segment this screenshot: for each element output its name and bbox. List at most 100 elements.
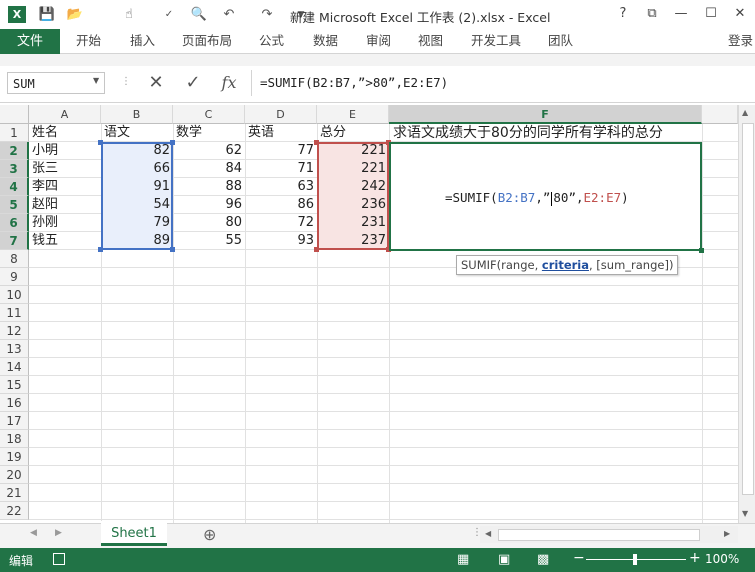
cell-a3[interactable]: 张三 — [29, 160, 101, 178]
cell-b4[interactable]: 91 — [101, 178, 173, 196]
cell-e1[interactable]: 总分 — [317, 124, 349, 142]
row-header[interactable]: 7 — [0, 232, 29, 250]
column-header-d[interactable]: D — [245, 105, 317, 124]
cell-a7[interactable]: 钱五 — [29, 232, 101, 250]
row-header[interactable]: 8 — [0, 250, 29, 268]
ribbon-display-button[interactable]: ⧉ — [641, 4, 663, 24]
cell-e5[interactable]: 236 — [317, 196, 389, 214]
cell-c2[interactable]: 62 — [173, 142, 245, 160]
tab-page-layout[interactable]: 页面布局 — [182, 29, 232, 53]
redo-icon[interactable]: ↷ — [258, 5, 276, 25]
column-header-g[interactable] — [702, 105, 738, 124]
tab-data[interactable]: 数据 — [313, 29, 338, 53]
scroll-right-icon[interactable]: ▶ — [724, 529, 730, 538]
cell-c5[interactable]: 96 — [173, 196, 245, 214]
cell-c3[interactable]: 84 — [173, 160, 245, 178]
row-header[interactable]: 19 — [0, 448, 29, 466]
open-folder-icon[interactable]: 📂 — [66, 5, 84, 25]
fill-handle[interactable] — [699, 248, 704, 253]
cell-a1[interactable]: 姓名 — [29, 124, 61, 142]
scroll-thumb[interactable] — [742, 123, 754, 495]
zoom-slider-thumb[interactable] — [633, 554, 637, 565]
cell-b1[interactable]: 语文 — [101, 124, 133, 142]
tab-formulas[interactable]: 公式 — [259, 29, 284, 53]
row-header[interactable]: 11 — [0, 304, 29, 322]
formula-bar-grip[interactable]: ⋮ — [121, 76, 131, 87]
row-header[interactable]: 22 — [0, 502, 29, 520]
cell-e2[interactable]: 221 — [317, 142, 389, 160]
cell-d1[interactable]: 英语 — [245, 124, 277, 142]
tab-insert[interactable]: 插入 — [130, 29, 155, 53]
login-link[interactable]: 登录 — [728, 29, 753, 53]
cell-e7[interactable]: 237 — [317, 232, 389, 250]
row-header[interactable]: 9 — [0, 268, 29, 286]
cell-d4[interactable]: 63 — [245, 178, 317, 196]
formula-input[interactable]: =SUMIF(B2:B7,”>80”,E2:E7) — [251, 70, 747, 96]
tooltip-criteria-link[interactable]: criteria — [542, 258, 589, 272]
row-header[interactable]: 14 — [0, 358, 29, 376]
cell-e4[interactable]: 242 — [317, 178, 389, 196]
zoom-out-icon[interactable]: − — [573, 550, 585, 566]
row-header[interactable]: 15 — [0, 376, 29, 394]
row-header[interactable]: 18 — [0, 430, 29, 448]
column-header-a[interactable]: A — [29, 105, 101, 124]
row-header[interactable]: 5 — [0, 196, 29, 214]
scroll-down-icon[interactable]: ▼ — [742, 509, 748, 518]
row-header[interactable]: 20 — [0, 466, 29, 484]
spreadsheet-grid[interactable]: A B C D E F 1 2 3 4 5 6 7 8 9 10 11 12 13 14 15 16 17 18 1… — [0, 105, 738, 523]
cell-b5[interactable]: 54 — [101, 196, 173, 214]
tab-team[interactable]: 团队 — [548, 29, 573, 53]
cell-d3[interactable]: 71 — [245, 160, 317, 178]
row-header[interactable]: 2 — [0, 142, 29, 160]
row-header[interactable]: 4 — [0, 178, 29, 196]
next-sheet-icon[interactable]: ▶ — [55, 528, 62, 538]
row-header[interactable]: 13 — [0, 340, 29, 358]
row-header[interactable]: 12 — [0, 322, 29, 340]
sheet-tab-sheet1[interactable]: Sheet1 — [101, 521, 167, 546]
cell-d6[interactable]: 72 — [245, 214, 317, 232]
chevron-down-icon[interactable]: ▼ — [93, 76, 99, 85]
column-header-e[interactable]: E — [317, 105, 389, 124]
maximize-button[interactable]: ☐ — [700, 4, 722, 24]
vertical-scrollbar[interactable]: ▲ ▼ — [738, 105, 755, 523]
save-icon[interactable]: 💾 — [38, 5, 56, 25]
page-layout-view-icon[interactable]: ▣ — [498, 552, 510, 567]
cell-d7[interactable]: 93 — [245, 232, 317, 250]
print-preview-icon[interactable]: 🔍 — [190, 5, 208, 25]
tab-review[interactable]: 审阅 — [366, 29, 391, 53]
cell-c4[interactable]: 88 — [173, 178, 245, 196]
page-break-view-icon[interactable]: ▩ — [537, 552, 549, 567]
cell-a5[interactable]: 赵阳 — [29, 196, 101, 214]
cell-e3[interactable]: 221 — [317, 160, 389, 178]
column-header-c[interactable]: C — [173, 105, 245, 124]
row-header[interactable]: 17 — [0, 412, 29, 430]
cell-a2[interactable]: 小明 — [29, 142, 101, 160]
cell-b3[interactable]: 66 — [101, 160, 173, 178]
enter-formula-button[interactable]: ✓ — [180, 70, 206, 96]
cell-c6[interactable]: 80 — [173, 214, 245, 232]
cancel-formula-button[interactable]: ✕ — [143, 70, 169, 96]
row-header[interactable]: 1 — [0, 124, 29, 142]
cell-c1[interactable]: 数学 — [173, 124, 205, 142]
normal-view-icon[interactable]: ▦ — [457, 552, 469, 567]
horizontal-scrollbar[interactable]: ◀ ▶ — [480, 526, 738, 543]
horizontal-scroll-thumb[interactable] — [498, 529, 700, 541]
row-header[interactable]: 6 — [0, 214, 29, 232]
cell-b2[interactable]: 82 — [101, 142, 173, 160]
prev-sheet-icon[interactable]: ◀ — [30, 528, 37, 538]
tab-view[interactable]: 视图 — [418, 29, 443, 53]
row-header[interactable]: 3 — [0, 160, 29, 178]
spelling-icon[interactable]: ✓ — [160, 5, 178, 25]
help-button[interactable]: ? — [612, 4, 634, 24]
cell-c7[interactable]: 55 — [173, 232, 245, 250]
close-button[interactable]: ✕ — [729, 4, 751, 24]
add-sheet-icon[interactable]: ⊕ — [203, 525, 216, 544]
row-header[interactable]: 16 — [0, 394, 29, 412]
row-header[interactable]: 10 — [0, 286, 29, 304]
cell-a6[interactable]: 孙刚 — [29, 214, 101, 232]
zoom-in-icon[interactable]: + — [689, 550, 701, 566]
zoom-slider[interactable] — [586, 554, 686, 565]
row-header[interactable]: 21 — [0, 484, 29, 502]
column-header-b[interactable]: B — [101, 105, 173, 124]
cell-b7[interactable]: 89 — [101, 232, 173, 250]
